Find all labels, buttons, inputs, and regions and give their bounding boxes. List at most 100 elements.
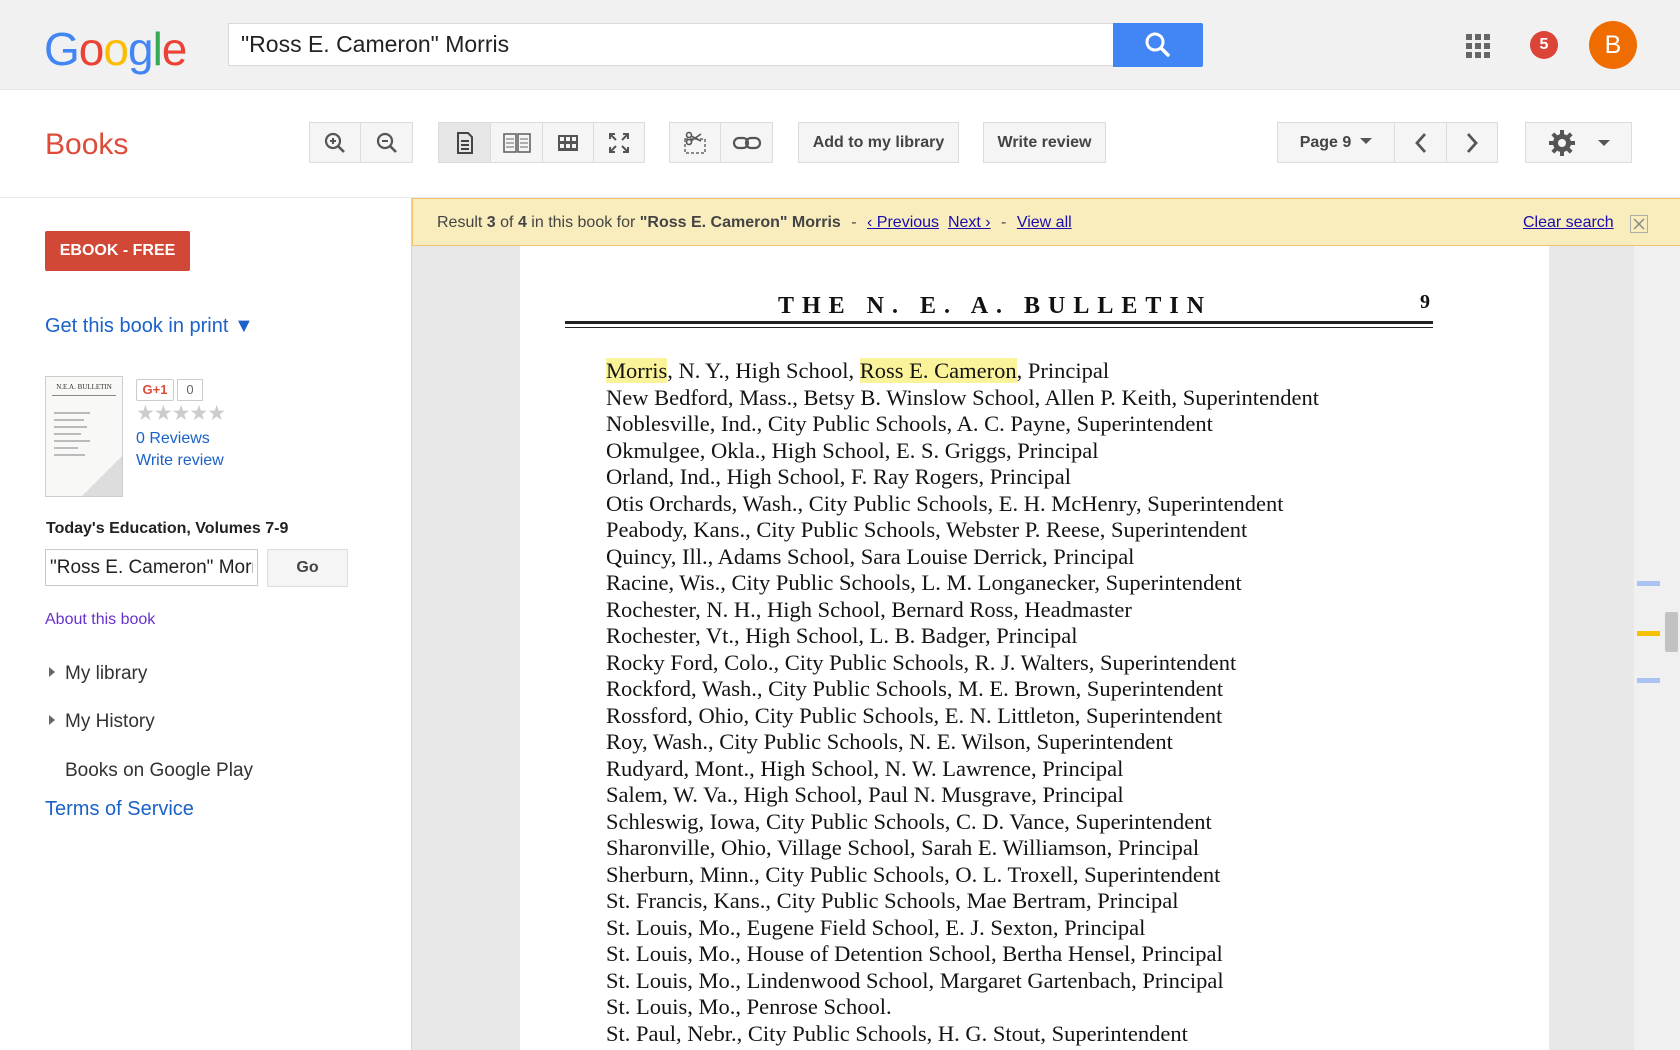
view-all-link[interactable]: View all: [1017, 214, 1072, 231]
apps-grid-icon[interactable]: [1466, 34, 1490, 58]
zoom-in-icon: [324, 132, 345, 153]
page-line: Quincy, Ill., Adams School, Sara Louise …: [606, 543, 1135, 569]
page-line: Rossford, Ohio, City Public Schools, E. …: [606, 702, 1223, 728]
notification-badge[interactable]: 5: [1530, 31, 1558, 59]
clip-button[interactable]: [669, 122, 721, 163]
chevron-right-icon: [1466, 132, 1478, 153]
fullscreen-button[interactable]: [593, 122, 645, 163]
page-label: Page 9: [1299, 133, 1352, 151]
left-sidebar: EBOOK - FREE Get this book in print ▼ N.…: [0, 198, 410, 1050]
link-button[interactable]: [720, 122, 773, 163]
my-library-label: My library: [65, 663, 148, 684]
page-curl-icon: [82, 456, 122, 496]
search-input[interactable]: [229, 24, 1113, 65]
ebook-free-button[interactable]: EBOOK - FREE: [45, 231, 190, 271]
zoom-in-button[interactable]: [309, 122, 361, 163]
page-line: Noblesville, Ind., City Public Schools, …: [606, 411, 1213, 436]
google-plus-one-button[interactable]: G+1: [136, 379, 174, 401]
page-line: Otis Orchards, Wash., City Public School…: [606, 490, 1284, 516]
terms-of-service-link[interactable]: Terms of Service: [45, 798, 194, 821]
chevron-down-icon: [1360, 137, 1373, 144]
account-avatar[interactable]: B: [1589, 21, 1637, 69]
search-result-marker[interactable]: [1637, 581, 1660, 586]
link-icon: [732, 136, 761, 149]
zoom-out-button[interactable]: [360, 122, 413, 163]
page-line: Rocky Ford, Colo., City Public Schools, …: [606, 649, 1237, 675]
result-query: "Ross E. Cameron" Morris: [639, 214, 841, 231]
books-title[interactable]: Books: [45, 128, 128, 162]
clear-search-link[interactable]: Clear search: [1523, 214, 1614, 232]
page-line: St. Louis, Mo., Lindenwood School, Marga…: [606, 967, 1224, 993]
separator: -: [996, 214, 1011, 231]
about-this-book-link[interactable]: About this book: [45, 611, 155, 629]
page-line: Rudyard, Mont., High School, N. W. Lawre…: [606, 755, 1124, 781]
page-line: Peabody, Kans., City Public Schools, Web…: [606, 517, 1248, 542]
google-logo[interactable]: Google: [44, 22, 187, 76]
reviews-link[interactable]: 0 Reviews: [136, 430, 210, 448]
thumbnail-title: N.E.A. BULLETIN: [56, 383, 112, 391]
page-line: St. Louis, Mo., Penrose School.: [606, 994, 892, 1019]
book-viewer[interactable]: THE N. E. A. BULLETIN 9 Morris, N. Y., H…: [411, 198, 1680, 1050]
result-prefix: Result: [437, 214, 487, 231]
page-line: St. Louis, Mo., Eugene Field School, E. …: [606, 914, 1146, 940]
page-line: Orland, Ind., High School, F. Ray Rogers…: [606, 464, 1072, 489]
top-bar: Google 5 B: [0, 0, 1680, 90]
settings-menu-button[interactable]: [1525, 122, 1632, 163]
next-result-link[interactable]: Next ›: [948, 214, 991, 231]
page-text: Morris, N. Y., High School, Ross E. Came…: [606, 358, 1319, 1047]
thumbnail-view-button[interactable]: [542, 122, 594, 163]
page-line: Okmulgee, Okla., High School, E. S. Grig…: [606, 437, 1099, 463]
previous-result-link[interactable]: ‹ Previous: [867, 214, 939, 231]
page-line: St. Francis, Kans., City Public Schools,…: [606, 888, 1179, 913]
header-rule: [565, 321, 1433, 324]
page-line: Rochester, Vt., High School, L. B. Badge…: [606, 623, 1078, 648]
two-page-view-button[interactable]: [490, 122, 543, 163]
write-review-link[interactable]: Write review: [136, 452, 224, 470]
my-history-item[interactable]: My History: [49, 711, 155, 733]
zoom-out-icon: [376, 132, 397, 153]
search-icon: [1145, 32, 1170, 57]
search-box: [228, 23, 1113, 66]
previous-page-button[interactable]: [1394, 122, 1447, 163]
book-cover-thumbnail[interactable]: N.E.A. BULLETIN: [45, 376, 123, 497]
page-lines-list: New Bedford, Mass., Betsy B. Winslow Sch…: [606, 385, 1319, 1048]
close-icon[interactable]: [1630, 215, 1648, 233]
write-review-button[interactable]: Write review: [983, 122, 1106, 163]
page-line: New Bedford, Mass., Betsy B. Winslow Sch…: [606, 384, 1320, 410]
result-summary: Result 3 of 4 in this book for "Ross E. …: [437, 214, 1072, 232]
page-selector-dropdown[interactable]: Page 9: [1277, 122, 1395, 163]
page-line: Schleswig, Iowa, City Public Schools, C.…: [606, 808, 1212, 834]
page-line: St. Paul, Nebr., City Public Schools, H.…: [606, 1020, 1188, 1046]
single-page-icon: [456, 131, 473, 154]
separator: -: [846, 214, 862, 231]
page-line: Salem, W. Va., High School, Paul N. Musg…: [606, 782, 1124, 807]
current-result-marker[interactable]: [1637, 631, 1660, 636]
get-book-in-print-link[interactable]: Get this book in print ▼: [45, 315, 254, 338]
scroll-thumb[interactable]: [1665, 612, 1678, 652]
logo-letter: G: [44, 23, 80, 75]
search-result-marker[interactable]: [1637, 678, 1660, 683]
go-button[interactable]: Go: [267, 549, 348, 587]
page-line-highlighted: Morris, N. Y., High School, Ross E. Came…: [606, 358, 1319, 385]
line-text: , N. Y., High School,: [667, 358, 860, 383]
page-running-header: THE N. E. A. BULLETIN: [778, 293, 1213, 319]
search-in-book-input[interactable]: [45, 549, 258, 586]
my-history-label: My History: [65, 711, 155, 732]
search-button[interactable]: [1113, 23, 1203, 67]
single-page-view-button[interactable]: [438, 122, 491, 163]
book-title: Today's Education, Volumes 7-9: [46, 520, 289, 537]
next-page-button[interactable]: [1446, 122, 1498, 163]
plus-one-count: 0: [177, 379, 203, 401]
scissors-icon: [684, 131, 706, 154]
result-mid: in this book for: [526, 214, 640, 231]
highlight-morris: Morris: [606, 358, 668, 383]
books-on-google-play-link[interactable]: Books on Google Play: [65, 760, 253, 782]
grid-view-icon: [558, 134, 578, 151]
page-line: Racine, Wis., City Public Schools, L. M.…: [606, 570, 1242, 595]
fullscreen-icon: [609, 132, 629, 153]
rating-stars[interactable]: ★★★★★: [136, 401, 226, 426]
add-to-library-button[interactable]: Add to my library: [798, 122, 959, 163]
my-library-item[interactable]: My library: [49, 663, 147, 685]
page-line: Sherburn, Minn., City Public Schools, O.…: [606, 861, 1221, 887]
books-toolbar: Books Add to my library Write review Pag…: [0, 90, 1680, 198]
